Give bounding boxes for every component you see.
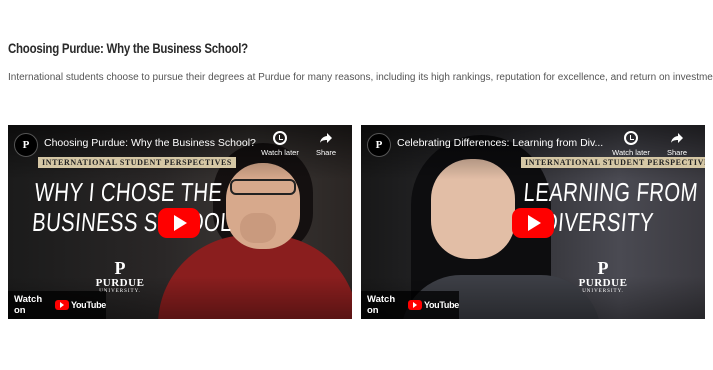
headline-line-2: BUSINESS SCHOOL — [31, 207, 234, 237]
share-label: Share — [666, 148, 687, 157]
video-title[interactable]: Celebrating Differences: Learning from D… — [397, 137, 607, 149]
clock-icon — [624, 131, 638, 145]
channel-logo-icon[interactable]: P — [367, 133, 391, 157]
youtube-logo: YouTube — [407, 300, 459, 310]
thumbnail-headline: WHY I CHOSE THE BUSINESS SCHOOL — [31, 177, 236, 237]
watch-later-button[interactable]: Watch later — [609, 131, 653, 157]
watch-on-youtube-button[interactable]: Watch on YouTube — [361, 291, 459, 319]
share-button[interactable]: Share — [304, 131, 348, 157]
section-title: Choosing Purdue: Why the Business School… — [8, 40, 248, 56]
watch-later-label: Watch later — [612, 148, 650, 157]
clock-icon — [273, 131, 287, 145]
purdue-wordmark: PURDUE — [578, 277, 628, 289]
video-embed-1[interactable]: P Choosing Purdue: Why the Business Scho… — [8, 125, 352, 319]
youtube-wordmark: YouTube — [423, 300, 459, 310]
watch-on-youtube-button[interactable]: Watch on YouTube — [8, 291, 106, 319]
share-arrow-icon — [320, 133, 332, 143]
video-title[interactable]: Choosing Purdue: Why the Business School… — [44, 137, 256, 149]
watch-on-label: Watch on — [367, 294, 396, 316]
purdue-p-icon: P — [597, 258, 609, 278]
youtube-play-icon — [528, 215, 541, 231]
play-button[interactable] — [158, 208, 200, 238]
watch-later-label: Watch later — [261, 148, 299, 157]
purdue-logo: P PURDUE UNIVERSITY. — [88, 259, 152, 294]
series-tag: INTERNATIONAL STUDENT PERSPECTIVES — [38, 157, 236, 168]
youtube-icon — [407, 300, 422, 310]
channel-logo-icon[interactable]: P — [14, 133, 38, 157]
share-label: Share — [315, 148, 336, 157]
purdue-wordmark: PURDUE — [95, 277, 145, 289]
youtube-icon — [54, 300, 69, 310]
headline-line-1: LEARNING FROM — [522, 177, 700, 207]
purdue-p-icon: P — [114, 258, 126, 278]
share-button[interactable]: Share — [655, 131, 699, 157]
share-arrow-icon — [671, 133, 683, 143]
youtube-logo: YouTube — [54, 300, 106, 310]
headline-line-1: WHY I CHOSE THE — [33, 177, 224, 207]
series-tag: INTERNATIONAL STUDENT PERSPECTIVES — [521, 157, 705, 168]
section-intro: International students choose to pursue … — [8, 72, 713, 83]
university-wordmark: UNIVERSITY. — [582, 289, 624, 294]
video-embed-2[interactable]: P Celebrating Differences: Learning from… — [361, 125, 705, 319]
watch-on-label: Watch on — [14, 294, 43, 316]
play-button[interactable] — [512, 208, 554, 238]
youtube-play-icon — [174, 215, 187, 231]
youtube-wordmark: YouTube — [70, 300, 106, 310]
watch-later-button[interactable]: Watch later — [258, 131, 302, 157]
purdue-logo: P PURDUE UNIVERSITY. — [571, 259, 635, 294]
